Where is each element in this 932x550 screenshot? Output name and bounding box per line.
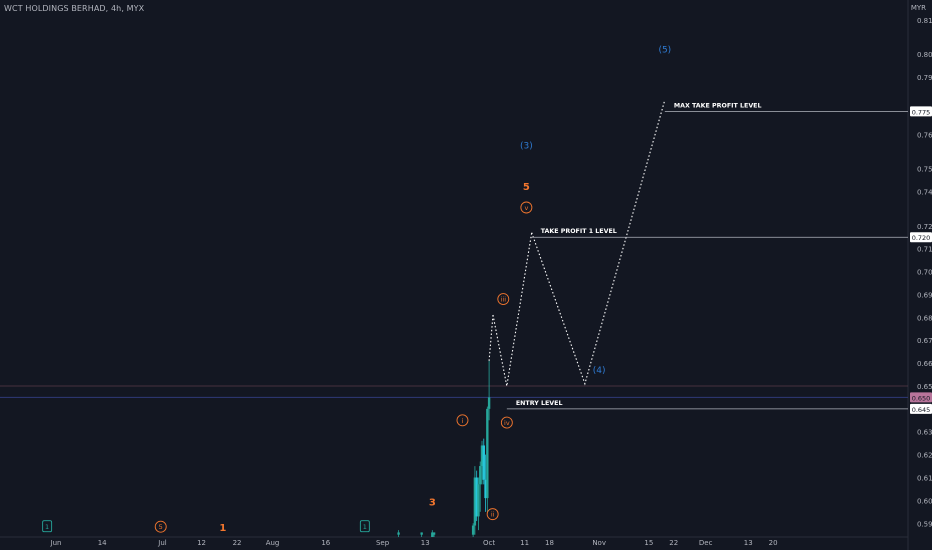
time-tick-label: 13	[744, 539, 753, 547]
wave-label: 5	[159, 523, 163, 531]
wave-label: (5)	[658, 46, 671, 56]
time-tick-label: 20	[769, 539, 778, 547]
wave-label: iv	[504, 419, 510, 427]
price-tick-label: 0.595	[917, 520, 932, 528]
price-tick-label: 0.800	[917, 51, 932, 59]
candle-body	[487, 397, 491, 409]
time-tick-label: 22	[233, 539, 242, 547]
time-tick-label: 14	[98, 539, 107, 547]
price-tick-label: 0.715	[917, 246, 932, 254]
time-tick-label: 18	[545, 539, 554, 547]
entry-label: ENTRY LEVEL	[516, 400, 563, 407]
time-tick-label: 13	[421, 539, 430, 547]
price-tick-label: 0.615	[917, 475, 932, 483]
max-take-profit-price-text: 0.775	[912, 108, 931, 116]
price-tick-label: 0.625	[917, 452, 932, 460]
price-tick-label: 0.675	[917, 337, 932, 345]
candle-body	[479, 466, 482, 485]
wave-label: 1	[363, 523, 367, 531]
price-tick-label: 0.815	[917, 17, 932, 25]
time-tick-label: 11	[520, 539, 529, 547]
candle-body	[397, 532, 400, 535]
wave-label: (4)	[593, 366, 606, 376]
price-tick-label: 0.725	[917, 223, 932, 231]
price-tick-label: 0.695	[917, 291, 932, 299]
price-tick-label: 0.750	[917, 166, 932, 174]
wave-label: (3)	[520, 142, 533, 152]
time-tick-label: Jun	[50, 539, 62, 547]
time-tick-label: 22	[669, 539, 678, 547]
price-tick-label: 0.685	[917, 314, 932, 322]
time-tick-label: Sep	[376, 539, 390, 547]
price-tick-label: 0.740	[917, 188, 932, 196]
wave-label: ii	[491, 511, 495, 519]
time-tick-label: Aug	[266, 539, 280, 547]
wave-label: 1	[219, 523, 226, 534]
time-tick-label: 15	[644, 539, 653, 547]
time-tick-label: Dec	[699, 539, 713, 547]
price-tick-label: 0.635	[917, 429, 932, 437]
price-tick-label: 0.605	[917, 497, 932, 505]
candle-body	[482, 445, 485, 480]
chart-stage: WCT HOLDINGS BERHAD, 4h, MYX MYR 0.8150.…	[0, 0, 932, 550]
take-profit-1-price-text: 0.720	[912, 234, 931, 242]
price-tick-label: 0.705	[917, 269, 932, 277]
candle-body	[432, 532, 436, 535]
max-take-profit-label: MAX TAKE PROFIT LEVEL	[674, 102, 762, 109]
wave-path-projection	[531, 99, 666, 386]
wave-path-primary	[492, 232, 533, 387]
candle-body	[486, 408, 489, 499]
time-tick-label: Oct	[483, 539, 495, 547]
price-tick-label: 0.790	[917, 74, 932, 82]
candle-body	[471, 525, 475, 535]
wave-label: 5	[523, 182, 530, 193]
price-tick-label: 0.665	[917, 360, 932, 368]
current-price-text: 0.650	[912, 394, 931, 402]
wave-label: iii	[501, 296, 507, 304]
wave-connector-line	[488, 314, 494, 361]
take-profit-1-label: TAKE PROFIT 1 LEVEL	[541, 228, 617, 235]
time-tick-label: Jul	[157, 539, 167, 547]
wave-label: 1	[45, 523, 49, 531]
time-tick-label: 16	[321, 539, 330, 547]
price-tick-label: 0.765	[917, 131, 932, 139]
price-chart[interactable]: 0.815 0.800 0.790 0.775 0.765 0.750 0.740 0.725…	[0, 0, 932, 550]
wave-label: i	[462, 417, 464, 425]
time-tick-label: 12	[197, 539, 206, 547]
time-tick-label: Nov	[592, 539, 606, 547]
price-tick-label: 0.655	[917, 383, 932, 391]
candle-body	[420, 532, 423, 535]
wave-label: v	[524, 204, 528, 212]
candle-body	[477, 484, 480, 517]
entry-price-text: 0.645	[912, 406, 931, 414]
wave-label: 3	[429, 498, 436, 509]
